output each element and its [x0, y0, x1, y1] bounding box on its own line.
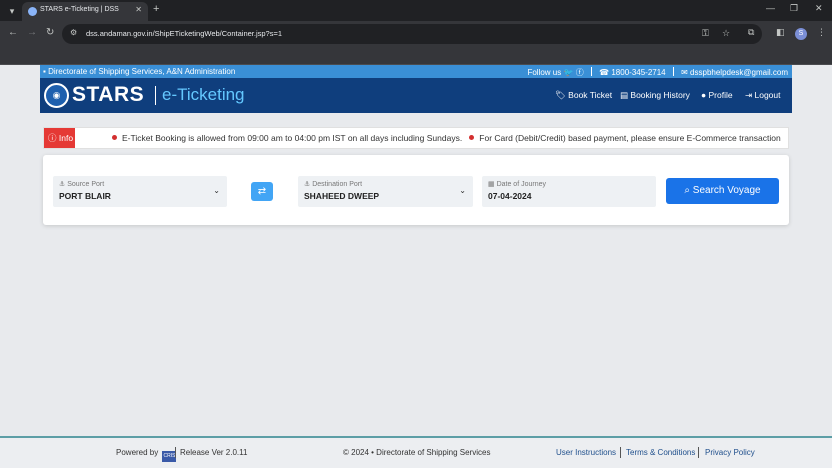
new-tab-icon[interactable]: +: [153, 3, 159, 15]
ticker-message: For Card (Debit/Credit) based payment, p…: [479, 133, 781, 143]
nav-logout-label: Logout: [754, 90, 781, 100]
site-header: ◉ STARS e-Ticketing 🏷 Book Ticket ▤ Book…: [40, 78, 792, 113]
destination-port-label-text: Destination Port: [312, 181, 363, 188]
back-icon[interactable]: ←: [8, 27, 18, 38]
ticker-message: E-Ticket Booking is allowed from 09:00 a…: [122, 133, 463, 143]
user-instructions-link[interactable]: User Instructions: [556, 448, 616, 457]
destination-port-value: SHAHEED DWEEP: [304, 191, 380, 201]
source-port-label: ⚓ Source Port: [59, 180, 104, 188]
contact-strip: Follow us 🐦 ⓕ ☎ 1800-345-2714 ✉ dsspbhel…: [527, 67, 788, 78]
release-version: Release Ver 2.0.11: [180, 448, 248, 457]
brand-title[interactable]: STARS: [72, 83, 144, 107]
forward-icon[interactable]: →: [27, 27, 37, 38]
bullet-icon: [112, 135, 117, 140]
emblem-icon: ▪: [43, 67, 46, 76]
logout-icon: ⇥: [745, 90, 753, 100]
user-icon: ●: [701, 90, 707, 100]
ticket-icon: 🏷: [555, 90, 566, 100]
source-port-label-text: Source Port: [67, 181, 105, 188]
divider: [590, 67, 592, 76]
profile-avatar[interactable]: S: [795, 28, 807, 40]
history-icon: ▤: [620, 90, 629, 100]
phone-number[interactable]: 1800-345-2714: [611, 68, 665, 77]
terms-link[interactable]: Terms & Conditions: [626, 448, 695, 457]
favicon-icon: [28, 7, 37, 16]
extensions-icon[interactable]: ⧉: [748, 27, 754, 38]
divider: [620, 447, 621, 458]
menu-kebab-icon[interactable]: ⋮: [817, 27, 826, 38]
email-address[interactable]: dsspbhelpdesk@gmail.com: [690, 68, 788, 77]
anchor-icon: ⚓: [59, 181, 66, 188]
mail-icon: ✉: [681, 68, 688, 77]
browser-tabstrip: ▾ STARS e-Ticketing | DSS ✕ + — ❐ ✕: [0, 0, 832, 21]
chevron-down-icon: ⌄: [459, 186, 466, 195]
powered-by: Powered by CRIS: [116, 448, 178, 462]
stars-logo-icon[interactable]: ◉: [44, 83, 69, 108]
swap-ports-button[interactable]: ⇄: [251, 182, 273, 201]
journey-date-field[interactable]: ▦ Date of Journey 07-04-2024: [482, 176, 656, 207]
privacy-policy-link[interactable]: Privacy Policy: [705, 448, 755, 457]
journey-date-value: 07-04-2024: [488, 191, 532, 201]
journey-date-label: ▦ Date of Journey: [488, 180, 546, 188]
destination-port-label: ⚓ Destination Port: [304, 180, 362, 188]
ticker-messages: E-Ticket Booking is allowed from 09:00 a…: [112, 133, 781, 143]
browser-tab[interactable]: STARS e-Ticketing | DSS ✕: [22, 2, 148, 21]
journey-date-label-text: Date of Journey: [496, 181, 546, 188]
nav-book-ticket-label: Book Ticket: [568, 90, 613, 100]
copyright-text: © 2024 • Directorate of Shipping Service…: [343, 448, 491, 457]
tab-title: STARS e-Ticketing | DSS: [40, 6, 119, 13]
facebook-icon[interactable]: ⓕ: [576, 68, 584, 77]
department-name: ▪ Directorate of Shipping Services, A&N …: [43, 67, 235, 76]
chevron-down-icon: ⌄: [213, 186, 220, 195]
powered-by-label: Powered by: [116, 448, 159, 457]
site-top-strip: ▪ Directorate of Shipping Services, A&N …: [40, 65, 792, 78]
divider: [175, 447, 176, 458]
nav-book-ticket[interactable]: 🏷 Book Ticket: [555, 90, 612, 101]
nav-booking-history-label: Booking History: [630, 90, 690, 100]
search-icon: ⌕: [684, 185, 690, 196]
side-panel-icon[interactable]: ◧: [776, 27, 785, 38]
source-port-select[interactable]: ⚓ Source Port PORT BLAIR ⌄: [53, 176, 227, 207]
follow-us-label: Follow us: [527, 68, 562, 77]
reload-icon[interactable]: ↻: [46, 27, 54, 38]
anchor-icon: ⚓: [304, 181, 311, 188]
site-footer: Powered by CRIS Release Ver 2.0.11 © 202…: [0, 436, 832, 468]
tab-close-icon[interactable]: ✕: [135, 5, 142, 14]
info-ticker: ⓘ Info E-Ticket Booking is allowed from …: [43, 127, 789, 149]
phone-icon: ☎: [599, 68, 610, 77]
browser-bottom-bar: [0, 47, 832, 65]
minimize-icon[interactable]: —: [766, 3, 775, 13]
password-key-icon[interactable]: ⚿: [702, 28, 709, 39]
voyage-search-card: ⚓ Source Port PORT BLAIR ⌄ ⇄ ⚓ Destinati…: [43, 155, 789, 225]
nav-profile[interactable]: ● Profile: [701, 90, 733, 100]
search-voyage-label: Search Voyage: [692, 185, 761, 196]
twitter-icon[interactable]: 🐦: [563, 68, 573, 77]
info-badge-label: Info: [58, 133, 74, 143]
site-info-icon[interactable]: ⚙: [70, 28, 77, 37]
brand-subtitle: e-Ticketing: [162, 85, 245, 104]
nav-logout[interactable]: ⇥ Logout: [745, 90, 781, 101]
info-badge: ⓘ Info: [44, 128, 75, 148]
address-bar[interactable]: ⚙ dss.andaman.gov.in/ShipETicketingWeb/C…: [62, 24, 762, 44]
bullet-icon: [469, 135, 475, 140]
nav-profile-label: Profile: [708, 90, 733, 100]
divider: [672, 67, 674, 76]
bookmark-star-icon[interactable]: ☆: [722, 28, 730, 39]
brand-divider: [155, 86, 156, 105]
nav-booking-history[interactable]: ▤ Booking History: [620, 90, 690, 101]
department-text: Directorate of Shipping Services, A&N Ad…: [48, 67, 236, 76]
search-voyage-button[interactable]: ⌕ Search Voyage: [666, 178, 779, 204]
source-port-value: PORT BLAIR: [59, 191, 111, 201]
restore-icon[interactable]: ❐: [790, 3, 798, 14]
url-text: dss.andaman.gov.in/ShipETicketingWeb/Con…: [86, 29, 283, 38]
info-icon: ⓘ: [48, 133, 57, 143]
calendar-icon: ▦: [488, 181, 495, 188]
browser-toolbar: ← → ↻ ⚙ dss.andaman.gov.in/ShipETicketin…: [0, 21, 832, 47]
tab-search-icon[interactable]: ▾: [5, 4, 19, 18]
window-close-icon[interactable]: ✕: [815, 3, 823, 14]
destination-port-select[interactable]: ⚓ Destination Port SHAHEED DWEEP ⌄: [298, 176, 473, 207]
divider: [698, 447, 699, 458]
